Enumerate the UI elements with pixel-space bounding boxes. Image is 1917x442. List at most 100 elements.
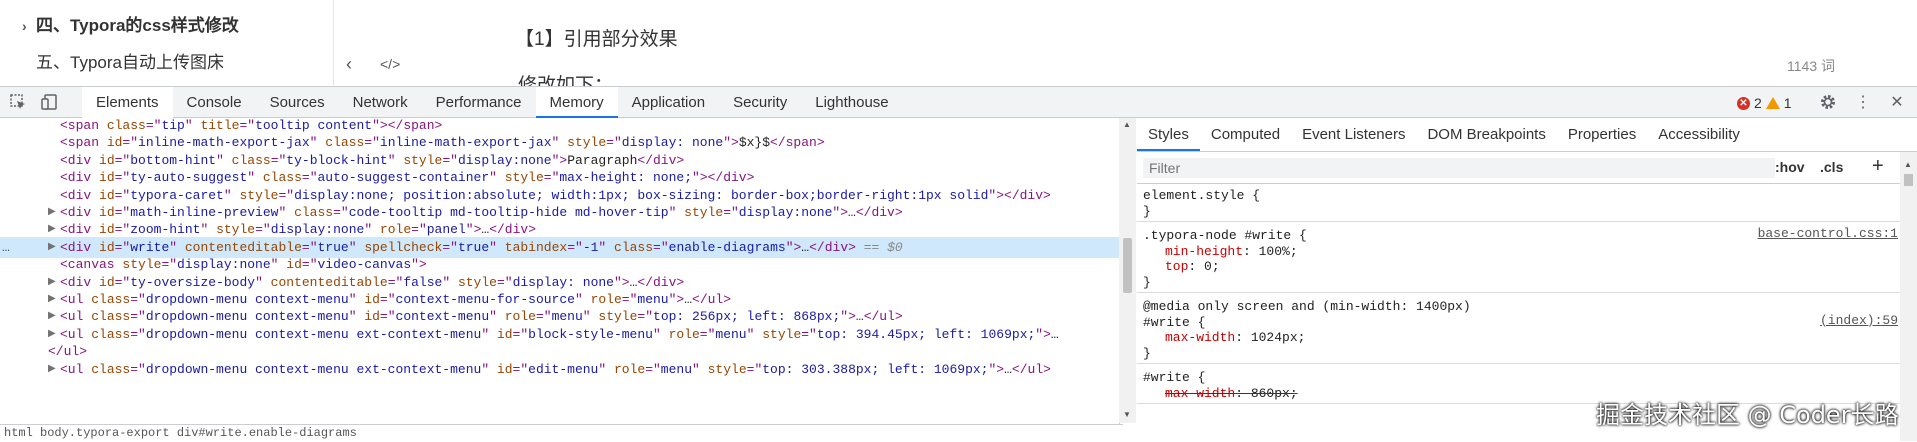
markup-token: =" (379, 309, 396, 325)
markup-token: " (169, 239, 185, 255)
inspect-element-icon[interactable] (8, 93, 28, 113)
class-toggle[interactable]: .cls (1820, 159, 1843, 175)
tab-security[interactable]: Security (719, 87, 801, 118)
markup-token: id (286, 257, 302, 273)
tab-lighthouse[interactable]: Lighthouse (801, 87, 902, 118)
more-options-icon[interactable]: ⋮ (1853, 93, 1873, 113)
issues-counter[interactable]: ✕ 2 1 (1737, 95, 1792, 111)
outline-item-css[interactable]: › 四、Typora的css样式修改 (22, 11, 239, 36)
markup-token: … (848, 205, 856, 220)
source-code-mode-icon[interactable]: </> (380, 56, 400, 72)
word-count: 1143 词 (1787, 58, 1835, 74)
chevron-right-icon[interactable]: › (22, 18, 36, 34)
markup-token: " (481, 326, 497, 342)
markup-token: dropdown-menu context-menu ext-context-m… (145, 326, 482, 342)
markup-token: menu (660, 361, 693, 377)
tab-elements[interactable]: Elements (82, 87, 173, 118)
tab-memory[interactable]: Memory (535, 87, 618, 118)
scroll-up-icon[interactable]: ▲ (1123, 120, 1131, 129)
styles-filter-input[interactable] (1143, 158, 1775, 178)
subtab-dom-breakpoints[interactable]: DOM Breakpoints (1416, 118, 1556, 151)
markup-token: =" (161, 257, 178, 273)
subtab-styles[interactable]: Styles (1137, 118, 1200, 151)
close-icon[interactable]: ✕ (1887, 93, 1907, 113)
css-property: top (1165, 259, 1189, 274)
markup-token: =" (130, 309, 146, 325)
markup-token: id (496, 361, 513, 377)
markup-token: contenteditable (270, 274, 388, 290)
markup-token: =" (278, 187, 295, 203)
subtab-properties[interactable]: Properties (1557, 118, 1647, 151)
markup-token: … (855, 309, 864, 325)
settings-gear-icon[interactable] (1818, 93, 1838, 113)
markup-token: write (130, 239, 170, 255)
markup-token: top: 256px; left: 868px; (653, 309, 841, 325)
tab-performance[interactable]: Performance (422, 87, 536, 118)
markup-token: false (403, 274, 443, 290)
markup-token: … (684, 292, 693, 307)
markup-token: edit-menu (528, 361, 599, 377)
markup-token: style (457, 274, 497, 290)
css-declaration[interactable]: top: 0; (1165, 257, 1220, 276)
markup-token: … (1004, 361, 1012, 377)
scrollbar-thumb[interactable] (1123, 238, 1132, 293)
markup-token: " (247, 170, 263, 186)
markup-token: " (582, 309, 599, 325)
markup-token: <ul (60, 292, 92, 307)
markup-token: role (613, 361, 646, 377)
dom-node[interactable]: ▶ <ul class="dropdown-menu context-menu e… (0, 359, 1119, 380)
tab-application[interactable]: Application (618, 87, 719, 118)
markup-token: style (684, 205, 724, 220)
subtab-computed[interactable]: Computed (1200, 118, 1291, 151)
dom-breadcrumb[interactable]: html body.typora-export div#write.enable… (0, 424, 1123, 442)
css-declaration[interactable]: max-width: 860px; (1165, 384, 1298, 403)
document-text: 修改如下： (518, 75, 614, 86)
markup-token: … (1050, 326, 1059, 342)
tab-network[interactable]: Network (339, 87, 422, 118)
markup-token: id (99, 152, 115, 168)
scrollbar-thumb[interactable] (1904, 174, 1913, 186)
markup-token: </span> (770, 135, 825, 151)
tab-console[interactable]: Console (173, 87, 256, 118)
css-colon: : (1235, 385, 1251, 401)
rule-line: element.style { (1143, 188, 1261, 203)
markup-token: </div> (637, 274, 685, 290)
markup-token: =" (379, 292, 396, 307)
subtab-accessibility[interactable]: Accessibility (1647, 118, 1751, 151)
scroll-down-icon[interactable]: ▼ (1123, 410, 1131, 419)
new-rule-icon[interactable]: + (1872, 155, 1884, 178)
markup-token: context-menu (395, 309, 490, 325)
markup-token: =" (270, 152, 287, 168)
markup-token: </div> (809, 239, 856, 255)
elements-scrollbar[interactable]: ▲ ▼ (1119, 118, 1136, 423)
subtab-event-listeners[interactable]: Event Listeners (1291, 118, 1416, 151)
stylesheet-source-link[interactable]: base-control.css:1 (1758, 226, 1898, 241)
styles-scrollbar[interactable]: ▲ (1900, 152, 1917, 441)
markup-token: ty-oversize-body (130, 274, 256, 290)
expand-triangle-icon[interactable]: ▶ (48, 359, 56, 380)
tab-sources[interactable]: Sources (256, 87, 339, 118)
markup-token: -1 (582, 239, 599, 255)
back-arrow-icon[interactable]: ‹ (346, 54, 352, 75)
device-toolbar-icon[interactable] (40, 93, 60, 113)
outline-item-upload[interactable]: 五、Typora自动上传图床 (22, 48, 224, 73)
elements-dom-tree[interactable]: <span class="tip" title="tooltip content… (0, 118, 1120, 441)
markup-token: id (99, 274, 115, 290)
markup-token: =" (411, 222, 427, 238)
markup-token: bottom-hint (130, 152, 217, 168)
markup-token: zoom-hint (130, 222, 201, 238)
markup-token: tooltip content (255, 118, 373, 133)
markup-token: =" (114, 170, 131, 186)
css-declaration[interactable]: max-width: 1024px; (1165, 328, 1305, 347)
scroll-up-icon[interactable]: ▲ (1904, 160, 1912, 169)
markup-token: … (801, 239, 810, 255)
markup-token: id (106, 135, 123, 151)
hover-state-toggle[interactable]: :hov (1775, 159, 1805, 175)
markup-token: class (91, 326, 131, 342)
markup-token: </ul> (1011, 361, 1051, 377)
stylesheet-source-link[interactable]: (index):59 (1820, 313, 1898, 328)
error-icon: ✕ (1737, 96, 1750, 110)
warning-count: 1 (1783, 95, 1792, 111)
markup-token: typora-caret (130, 187, 224, 203)
css-colon: : (1235, 330, 1251, 345)
